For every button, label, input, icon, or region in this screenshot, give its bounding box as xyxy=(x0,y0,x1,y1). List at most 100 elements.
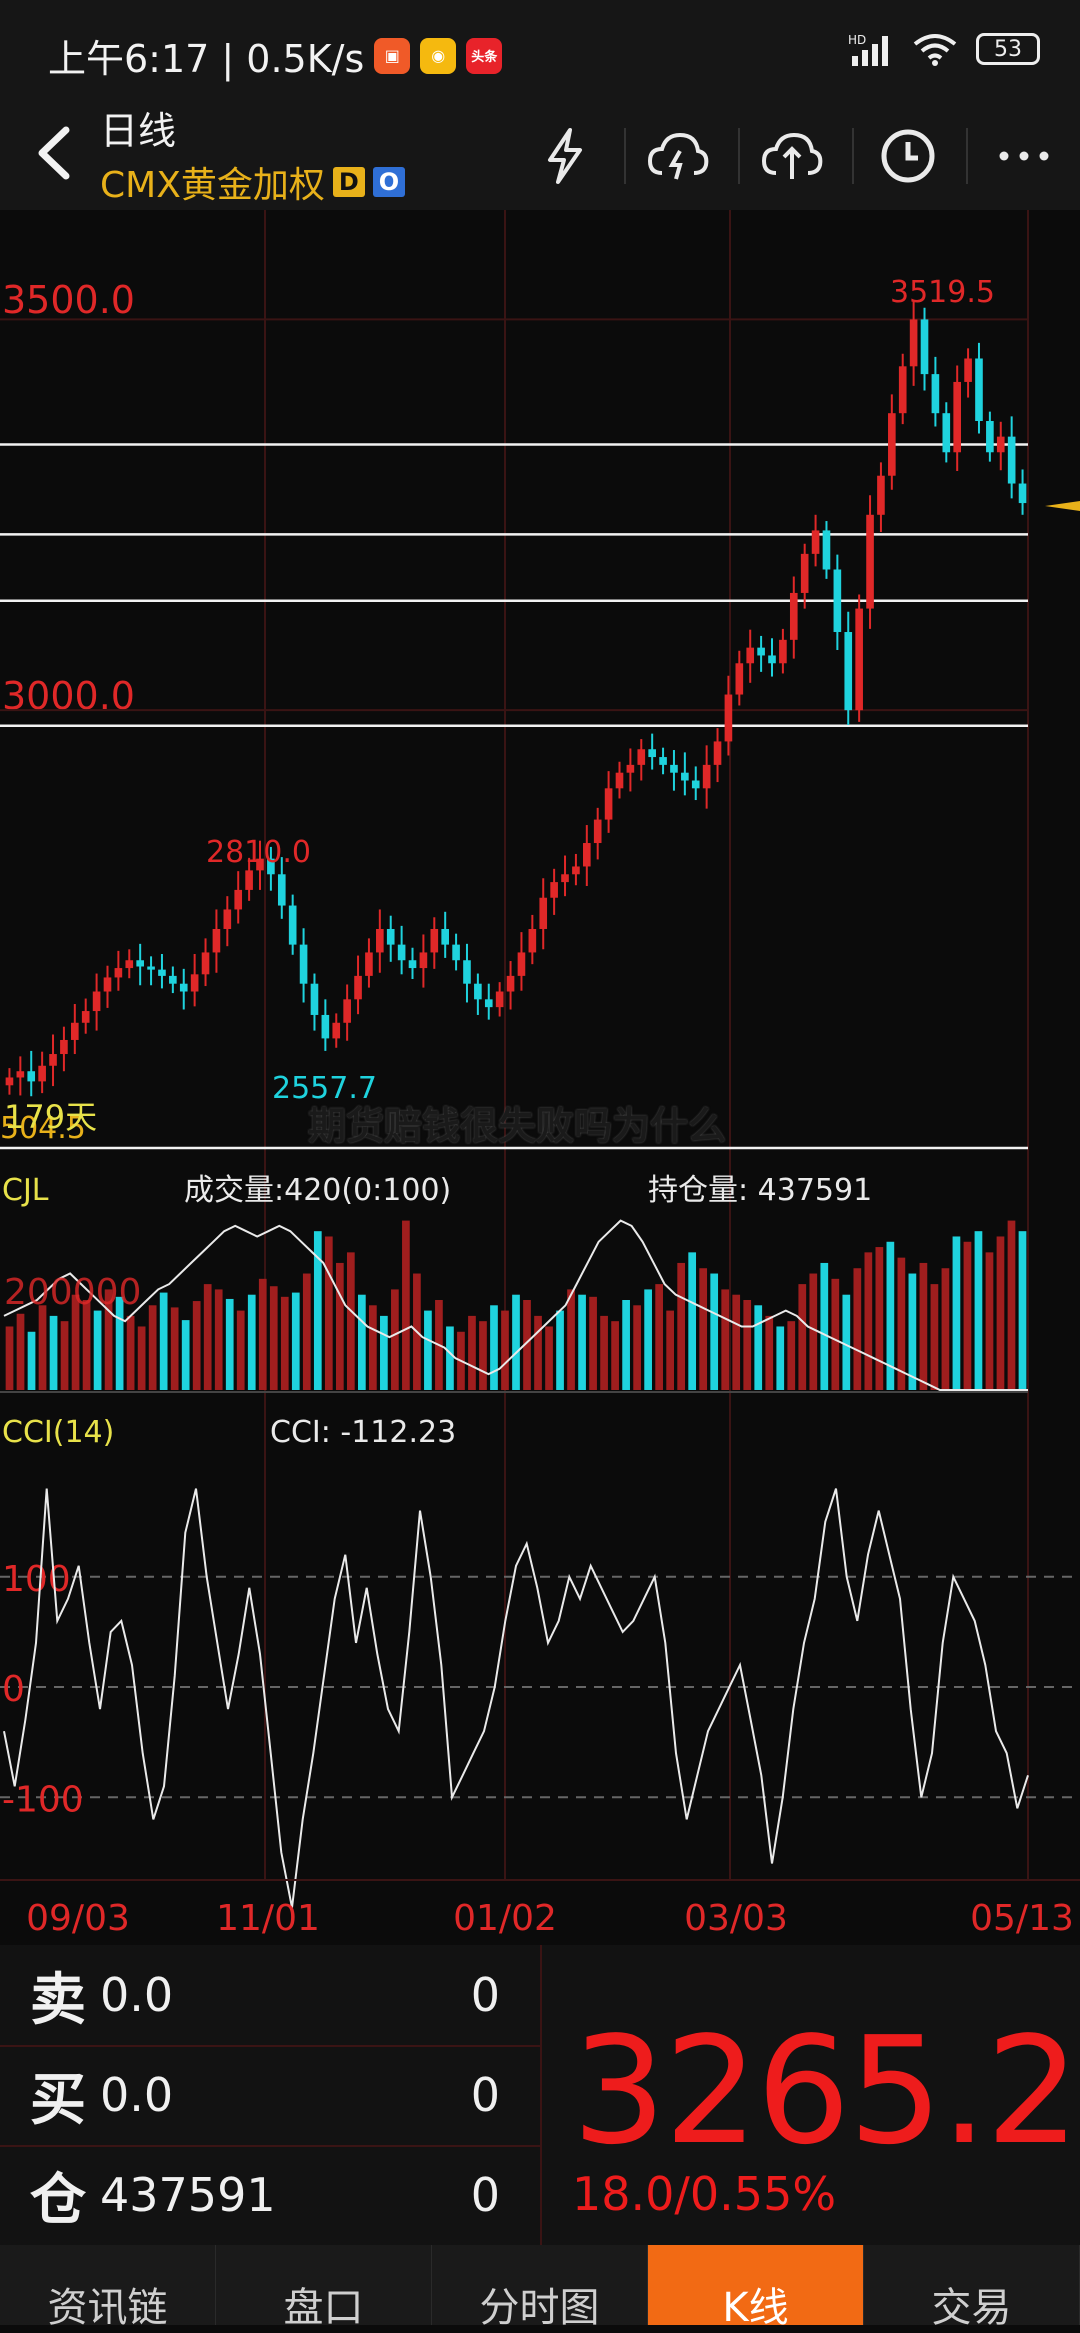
volume-bar xyxy=(49,1315,58,1390)
toutiao-icon: 头条 xyxy=(466,37,503,74)
volume-bar xyxy=(369,1305,377,1390)
volume-bar xyxy=(864,1252,873,1390)
volume-bar xyxy=(644,1289,652,1390)
candle-body xyxy=(376,928,384,953)
candle-body xyxy=(190,974,199,992)
candle-body xyxy=(572,866,580,875)
cloud-download-icon[interactable] xyxy=(752,116,832,196)
volume-bar xyxy=(391,1289,399,1390)
candle-body xyxy=(332,1022,341,1039)
volume-bar xyxy=(974,1231,983,1390)
volume-bar xyxy=(611,1321,619,1390)
volume-bar xyxy=(27,1331,36,1390)
candle-body xyxy=(365,952,373,976)
volume-bar xyxy=(677,1262,686,1390)
lightning-icon[interactable] xyxy=(525,116,605,196)
cjl-label: CJL xyxy=(2,1173,49,1208)
volume-bar xyxy=(919,1262,928,1390)
volume-bar xyxy=(346,1252,355,1390)
volume-bar xyxy=(512,1294,520,1390)
volume-bar xyxy=(402,1220,410,1390)
cloud-upload-icon[interactable] xyxy=(638,116,718,196)
position-qty: 0 xyxy=(470,2168,500,2222)
volume-bar xyxy=(258,1278,267,1390)
candle-body xyxy=(299,944,308,984)
candle-body xyxy=(408,960,417,969)
watermark-text: 期货赔钱很失败吗为什么 xyxy=(308,1104,727,1148)
candle-body xyxy=(691,780,700,789)
candle-body xyxy=(397,944,406,961)
volume-bar xyxy=(688,1252,697,1390)
back-arrow-icon[interactable] xyxy=(22,118,92,188)
candle-body xyxy=(419,952,428,969)
volume-bar xyxy=(291,1292,300,1390)
chart-area[interactable]: 3500.0 3000.0 3519.5 2810.0 2557.7 504.5… xyxy=(0,210,1080,1950)
candle-body xyxy=(5,1077,14,1086)
volume-bar xyxy=(655,1284,663,1390)
volume-bar xyxy=(5,1326,14,1390)
instrument-name[interactable]: CMX黄金加权 D O xyxy=(100,156,406,208)
sell-qty: 0 xyxy=(470,1968,500,2022)
candle-body xyxy=(670,764,678,773)
volume-bar xyxy=(468,1315,476,1390)
volume-bar xyxy=(743,1300,752,1390)
tab-orderbook[interactable]: 盘口 xyxy=(216,2245,432,2331)
candle-body xyxy=(909,319,918,367)
candle-body xyxy=(223,909,232,929)
candle-body xyxy=(92,991,101,1012)
volume-bar xyxy=(622,1300,630,1390)
candle-body xyxy=(474,983,482,1000)
volume-bar xyxy=(424,1310,432,1390)
candle-body xyxy=(114,968,123,978)
clock-icon[interactable] xyxy=(868,116,948,196)
volume-bar xyxy=(721,1289,730,1390)
candle-body xyxy=(158,969,166,976)
volume-bar xyxy=(380,1315,388,1390)
x-axis-label: 03/03 xyxy=(684,1898,788,1939)
battery-icon: 53 xyxy=(976,33,1040,65)
candle-body xyxy=(888,413,896,476)
volume-bar xyxy=(302,1273,311,1390)
volume-bar xyxy=(38,1305,47,1390)
volume-bar xyxy=(1018,1231,1027,1390)
candle-body xyxy=(277,874,286,906)
candle-body xyxy=(528,928,537,953)
candle-body xyxy=(16,1071,25,1078)
volume-bar xyxy=(842,1294,851,1390)
price-change: 18.0/0.55% xyxy=(572,2167,837,2221)
candle-body xyxy=(245,870,253,890)
kline-chart[interactable]: 3500.0 3000.0 3519.5 2810.0 2557.7 504.5… xyxy=(0,210,1080,1950)
volume-bar xyxy=(60,1321,69,1390)
sell-price: 0.0 xyxy=(100,1968,174,2022)
volume-bar xyxy=(225,1298,234,1390)
volume-bar xyxy=(776,1326,785,1390)
volume-bar xyxy=(963,1241,972,1390)
volume-bar xyxy=(853,1268,862,1390)
x-axis-label: 09/03 xyxy=(26,1898,130,1939)
more-icon[interactable] xyxy=(984,116,1064,196)
candle-body xyxy=(38,1065,46,1082)
status-bar: 上午6:17 | 0.5K/s ▣ ◉ 头条 HD 53 xyxy=(0,0,1080,100)
volume-bar xyxy=(247,1294,256,1390)
tab-intraday[interactable]: 分时图 xyxy=(432,2245,648,2331)
volume-bar xyxy=(479,1321,487,1390)
badge-o: O xyxy=(372,167,406,197)
candle-body xyxy=(877,475,885,515)
tab-trade[interactable]: 交易 xyxy=(864,2245,1080,2331)
volume-bar xyxy=(831,1278,840,1390)
page-title: 日线 xyxy=(100,109,177,153)
candle-body xyxy=(855,608,863,711)
candle-body xyxy=(996,436,1005,453)
app-icon-orange: ▣ xyxy=(374,37,411,74)
candle-body xyxy=(310,983,319,1015)
tab-news-chain[interactable]: 资讯链 xyxy=(0,2245,216,2331)
high-label: 3519.5 xyxy=(890,275,995,310)
candle-body xyxy=(506,975,515,992)
candle-body xyxy=(724,694,733,742)
candle-body xyxy=(866,514,874,609)
tab-kline[interactable]: K线 xyxy=(648,2245,864,2331)
volume-bar xyxy=(952,1236,961,1390)
volume-bar xyxy=(148,1305,157,1390)
candle-body xyxy=(931,374,940,414)
battery-level: 53 xyxy=(994,36,1022,62)
